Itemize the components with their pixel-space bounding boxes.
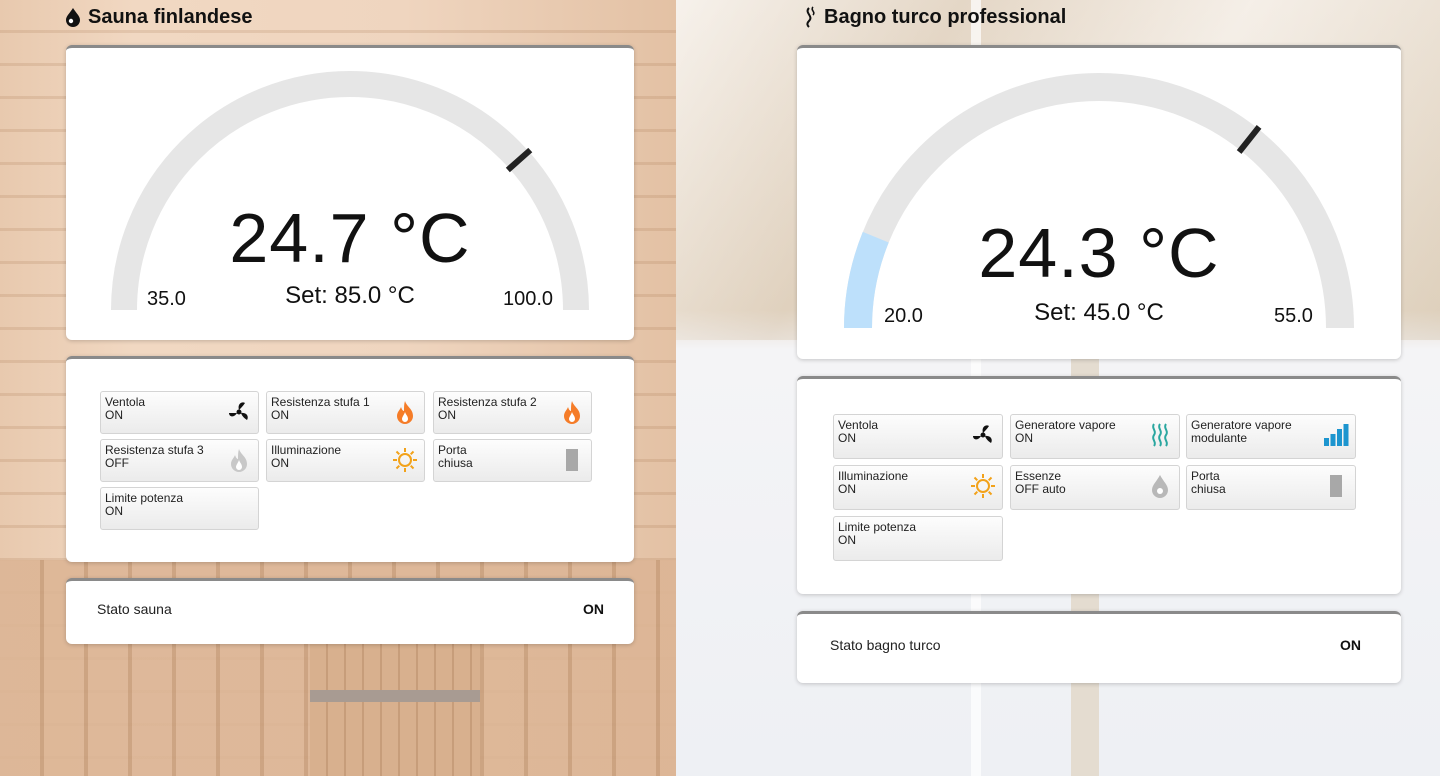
drop-icon <box>1152 475 1168 498</box>
sauna-controls-card: Ventola ON Resistenza stufa 1 ON Resiste… <box>66 356 634 562</box>
turco-status-card: Stato bagno turco ON <box>797 611 1401 683</box>
control-state: ON <box>838 533 856 547</box>
turco-gauge-max: 55.0 <box>1274 305 1313 327</box>
sauna-title: Sauna finlandese <box>64 4 253 30</box>
signal-bars-icon <box>1324 424 1349 446</box>
turco-btn-ventola[interactable]: Ventola ON <box>833 414 1003 459</box>
sauna-gauge-card: 24.7 °C Set: 85.0 °C 35.0 100.0 <box>66 45 634 340</box>
turco-temperature: 24.3 °C <box>978 214 1220 292</box>
turco-status-label: Stato bagno turco <box>830 637 941 653</box>
flame-icon <box>397 401 413 424</box>
sauna-btn-resistenza-2[interactable]: Resistenza stufa 2 ON <box>433 391 592 434</box>
turco-btn-limite-potenza[interactable]: Limite potenza ON <box>833 516 1003 561</box>
sauna-btn-porta[interactable]: Porta chiusa <box>433 439 592 482</box>
turco-btn-illuminazione[interactable]: Illuminazione ON <box>833 465 1003 510</box>
turco-title-text: Bagno turco professional <box>824 5 1067 28</box>
sauna-gauge-max: 100.0 <box>503 288 554 310</box>
turco-status-value: ON <box>1340 637 1361 653</box>
turco-gauge-min: 20.0 <box>884 305 923 327</box>
turco-btn-porta[interactable]: Porta chiusa <box>1186 465 1356 510</box>
fan-icon <box>973 425 992 443</box>
turco-title: Bagno turco professional <box>800 4 1066 30</box>
steam-icon <box>806 6 815 28</box>
steam-icon <box>1152 423 1168 447</box>
sauna-status-label: Stato sauna <box>97 601 172 617</box>
control-state: ON <box>105 504 123 518</box>
sauna-status-card: Stato sauna ON <box>66 578 634 644</box>
background-bucket <box>310 630 480 776</box>
turco-btn-generatore-vapore[interactable]: Generatore vapore ON <box>1010 414 1180 459</box>
turco-btn-essenze[interactable]: Essenze OFF auto <box>1010 465 1180 510</box>
sun-icon <box>971 474 995 498</box>
flame-off-icon <box>231 449 247 472</box>
sauna-temperature: 24.7 °C <box>229 199 471 277</box>
control-label: Limite potenza <box>838 520 917 534</box>
control-label: Limite potenza <box>105 491 184 505</box>
sun-icon <box>393 448 417 472</box>
turco-btn-generatore-modulante[interactable]: Generatore vapore modulante <box>1186 414 1356 459</box>
sauna-title-text: Sauna finlandese <box>88 5 253 28</box>
sauna-btn-ventola[interactable]: Ventola ON <box>100 391 259 434</box>
door-icon <box>1330 475 1342 497</box>
turco-panel: Bagno turco professional 24.3 °C Set: 45… <box>676 0 1440 776</box>
turco-controls-card: Ventola ON Generatore vapore ON Generato… <box>797 376 1401 594</box>
background-bucket-band <box>310 690 480 702</box>
drop-icon <box>66 8 80 27</box>
sauna-btn-limite-potenza[interactable]: Limite potenza ON <box>100 487 259 530</box>
flame-icon <box>564 401 580 424</box>
door-icon <box>566 449 578 471</box>
sauna-btn-illuminazione[interactable]: Illuminazione ON <box>266 439 425 482</box>
sauna-gauge-min: 35.0 <box>147 288 186 310</box>
turco-gauge-card: 24.3 °C Set: 45.0 °C 20.0 55.0 <box>797 45 1401 359</box>
fan-icon <box>229 402 248 420</box>
sauna-status-value: ON <box>583 601 604 617</box>
sauna-panel: Sauna finlandese 24.7 °C Set: 85.0 °C 35… <box>0 0 676 776</box>
sauna-btn-resistenza-3[interactable]: Resistenza stufa 3 OFF <box>100 439 259 482</box>
sauna-btn-resistenza-1[interactable]: Resistenza stufa 1 ON <box>266 391 425 434</box>
